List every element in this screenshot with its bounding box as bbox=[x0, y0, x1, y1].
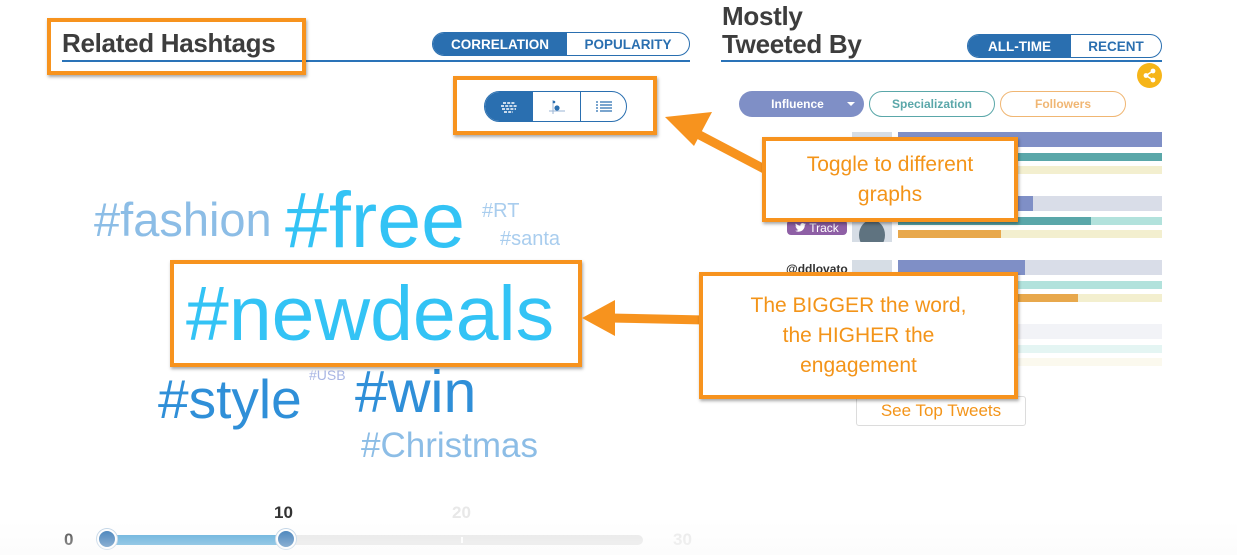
annotation-size-note: The BIGGER the word, the HIGHER the enga… bbox=[699, 272, 1018, 399]
annotation-arrows bbox=[582, 112, 773, 336]
annotation-toggle-note: Toggle to different graphs bbox=[762, 137, 1018, 222]
arrow-to-graph-toggle bbox=[665, 112, 773, 176]
arrow-to-newdeals bbox=[582, 300, 706, 336]
